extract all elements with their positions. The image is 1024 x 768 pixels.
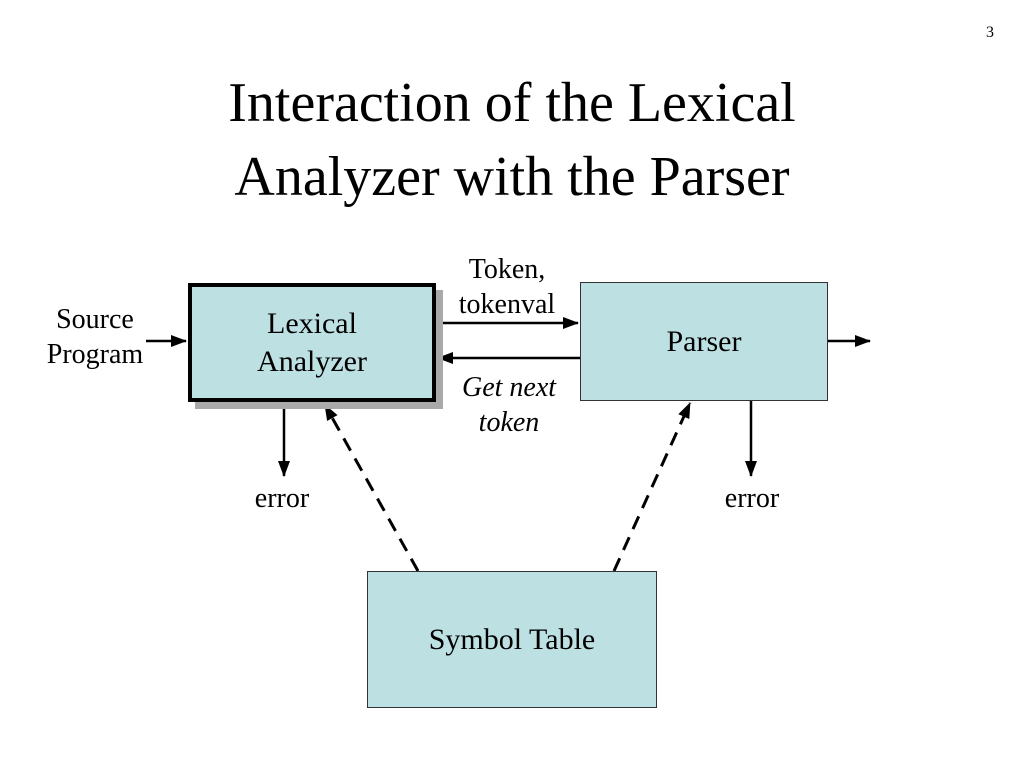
token-label: Token, tokenval bbox=[437, 252, 577, 322]
get-next-label-line-2: token bbox=[478, 407, 540, 438]
slide: 3 Interaction of the Lexical Analyzer wi… bbox=[0, 0, 1024, 768]
dashed-symtab-to-parser bbox=[612, 402, 692, 572]
source-program-label: Source Program bbox=[34, 302, 156, 372]
parser-box: Parser bbox=[580, 282, 828, 401]
parser-label: Parser bbox=[666, 324, 742, 358]
get-next-token-label: Get next token bbox=[440, 370, 578, 440]
symbol-table-box: Symbol Table bbox=[367, 571, 657, 708]
lexer-label-line-2: Analyzer bbox=[257, 344, 367, 378]
parser-error-label: error bbox=[724, 483, 780, 514]
lexical-analyzer-box: Lexical Analyzer bbox=[188, 283, 436, 402]
source-label-line-2: Program bbox=[46, 339, 144, 370]
source-label-line-1: Source bbox=[56, 304, 134, 335]
symbol-table-label: Symbol Table bbox=[428, 622, 596, 656]
token-label-line-1: Token, bbox=[468, 254, 546, 285]
lexer-label-line-1: Lexical bbox=[267, 306, 357, 340]
get-next-label-line-1: Get next bbox=[461, 372, 557, 403]
token-label-line-2: tokenval bbox=[458, 289, 556, 320]
dashed-symtab-to-lexer bbox=[323, 404, 420, 572]
lexer-error-label: error bbox=[254, 483, 310, 514]
